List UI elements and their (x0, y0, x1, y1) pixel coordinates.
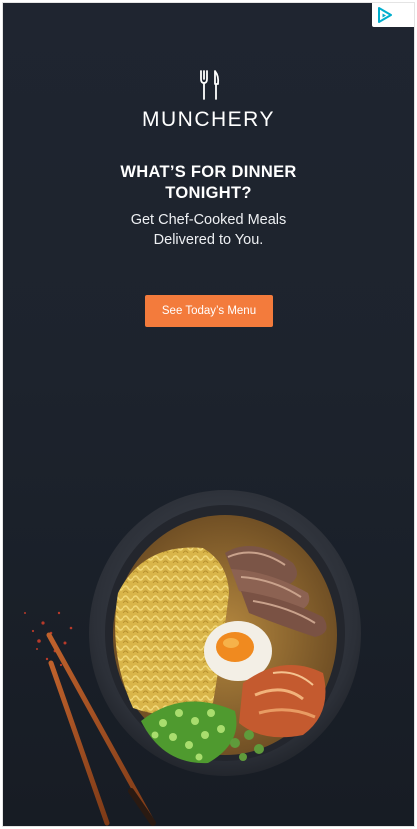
brand-name: MUNCHERY (142, 108, 275, 131)
headline-line-1: WHAT’S FOR DINNER (120, 163, 297, 181)
adchoices-badge[interactable] (372, 3, 414, 27)
subheadline: Get Chef-Cooked Meals Delivered to You. (3, 210, 414, 250)
headline: WHAT’S FOR DINNER TONIGHT? (3, 162, 414, 204)
adchoices-icon[interactable] (376, 6, 394, 24)
subheadline-line-1: Get Chef-Cooked Meals (130, 212, 287, 228)
fork-knife-icon (200, 70, 220, 100)
chili-flakes (24, 611, 73, 667)
noodles (115, 547, 229, 715)
see-todays-menu-button[interactable]: See Today’s Menu (145, 295, 273, 327)
ad-banner[interactable]: MUNCHERY WHAT’S FOR DINNER TONIGHT? Get … (3, 3, 414, 826)
ramen-bowl-image[interactable] (3, 473, 414, 826)
subheadline-line-2: Delivered to You. (153, 232, 264, 248)
headline-line-2: TONIGHT? (165, 184, 252, 202)
